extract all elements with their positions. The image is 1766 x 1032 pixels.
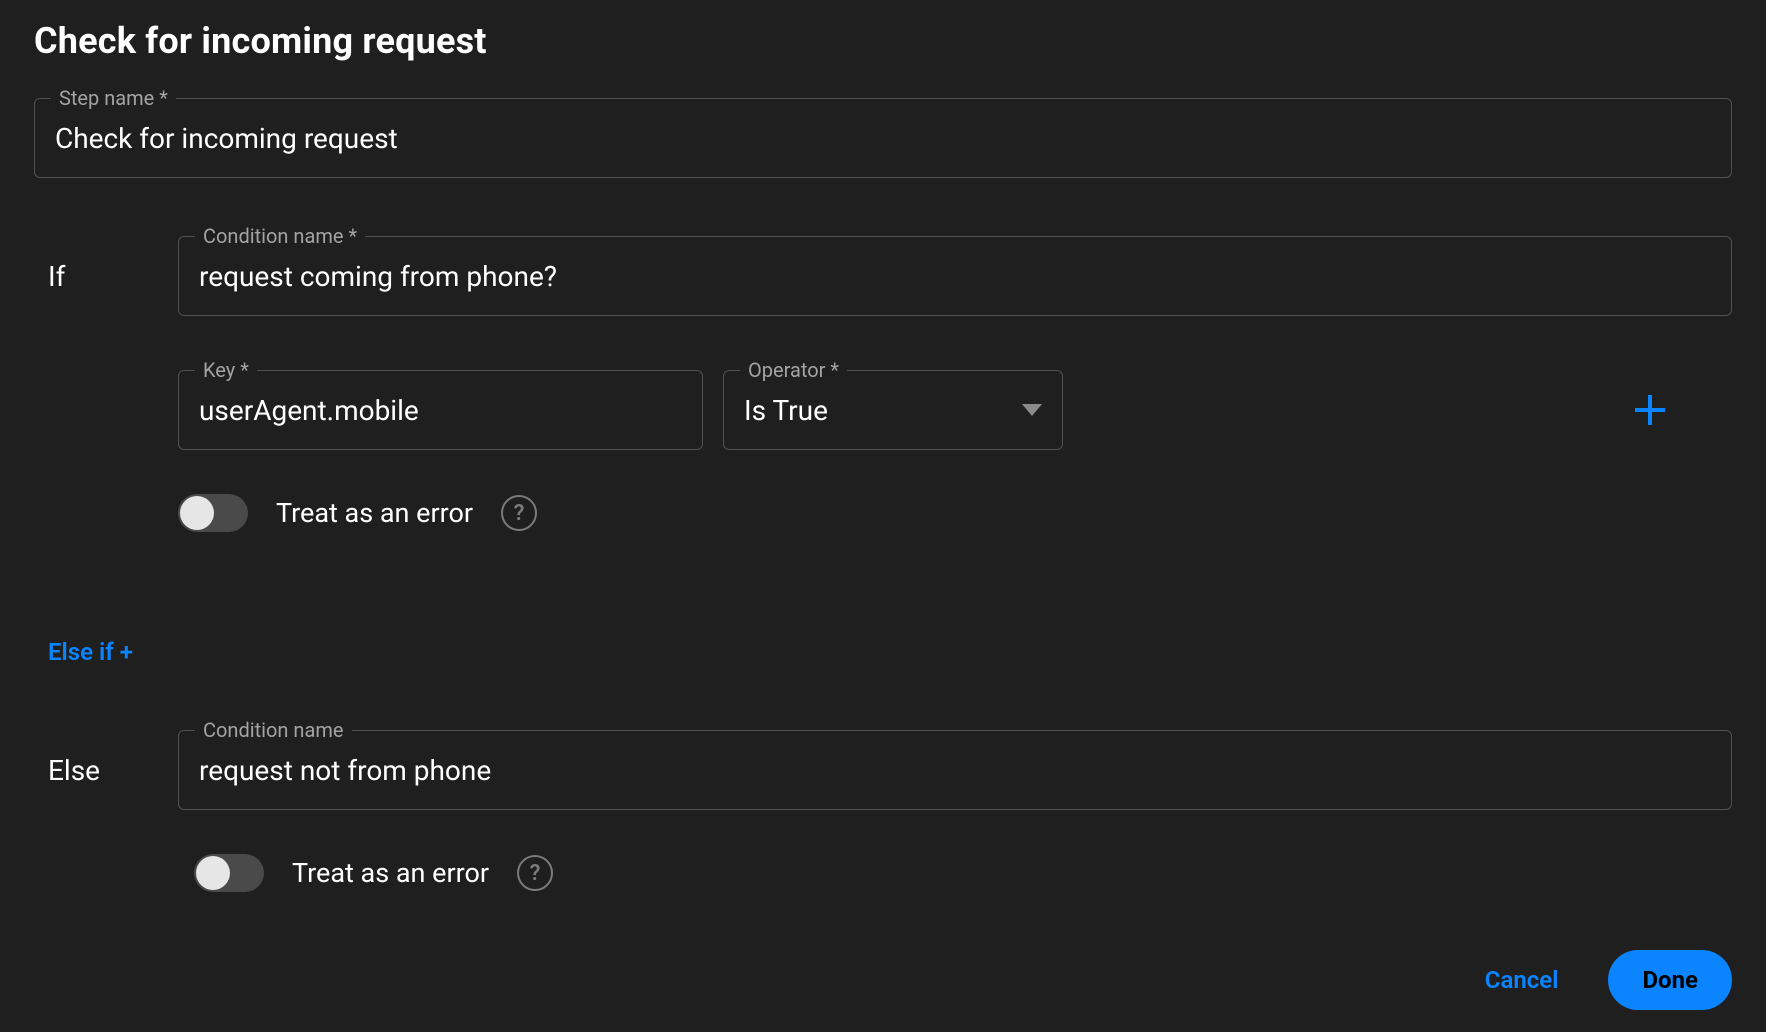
else-treat-as-error-help[interactable]: ?: [517, 855, 553, 891]
else-row: Else Condition name: [34, 730, 1732, 810]
if-key-label: Key *: [195, 358, 257, 382]
if-label: If: [34, 260, 142, 293]
if-key-field[interactable]: Key *: [178, 370, 703, 450]
if-operator-label: Operator *: [740, 358, 847, 382]
if-condition-name-field[interactable]: Condition name *: [178, 236, 1732, 316]
if-operator-field[interactable]: Operator * Is True: [723, 370, 1063, 450]
else-treat-as-error-label: Treat as an error: [292, 857, 489, 889]
cancel-button[interactable]: Cancel: [1475, 954, 1569, 1006]
if-treat-as-error-label: Treat as an error: [276, 497, 473, 529]
question-icon: ?: [514, 501, 525, 526]
if-treat-as-error-toggle[interactable]: [178, 494, 248, 532]
else-condition-name-label: Condition name: [195, 718, 352, 742]
step-name-field[interactable]: Step name *: [34, 98, 1732, 178]
plus-icon: [1635, 395, 1665, 425]
if-condition-name-input[interactable]: [199, 260, 1711, 293]
panel-title: Check for incoming request: [34, 20, 1732, 62]
else-treat-as-error-row: Treat as an error ?: [194, 854, 1732, 892]
if-treat-as-error-row: Treat as an error ?: [178, 494, 1732, 532]
dialog-footer: Cancel Done: [1475, 950, 1732, 1010]
toggle-knob: [196, 856, 230, 890]
condition-editor-panel: Check for incoming request Step name * I…: [0, 0, 1766, 932]
else-label: Else: [34, 754, 142, 787]
if-condition-name-label: Condition name *: [195, 224, 365, 248]
step-name-label: Step name *: [51, 86, 176, 110]
if-operator-value: Is True: [744, 394, 828, 427]
toggle-knob: [180, 496, 214, 530]
if-treat-as-error-help[interactable]: ?: [501, 495, 537, 531]
step-name-input[interactable]: [55, 122, 1711, 155]
if-key-input[interactable]: [199, 394, 682, 427]
chevron-down-icon: [1022, 404, 1042, 416]
if-expression-row: Key * Operator * Is True: [178, 370, 1732, 450]
done-button[interactable]: Done: [1608, 950, 1732, 1010]
add-else-if-button[interactable]: Else if +: [48, 638, 133, 666]
question-icon: ?: [530, 861, 541, 886]
else-condition-name-field[interactable]: Condition name: [178, 730, 1732, 810]
add-condition-button[interactable]: [1630, 390, 1670, 430]
if-row: If Condition name *: [34, 236, 1732, 316]
else-condition-name-input[interactable]: [199, 754, 1711, 787]
else-treat-as-error-toggle[interactable]: [194, 854, 264, 892]
